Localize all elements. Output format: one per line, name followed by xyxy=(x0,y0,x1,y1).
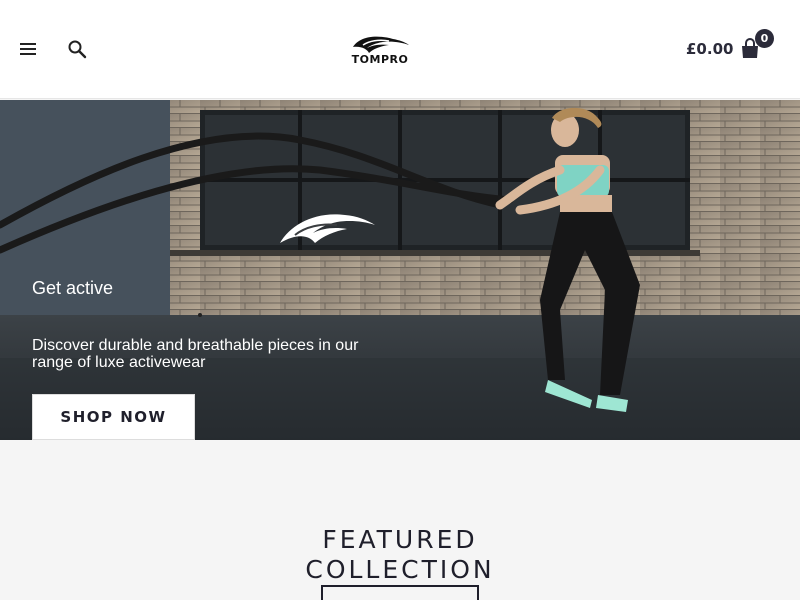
site-logo[interactable]: TOMPRO xyxy=(345,33,415,67)
search-icon xyxy=(68,40,87,59)
menu-button[interactable] xyxy=(16,37,40,61)
cart-total[interactable]: £0.00 xyxy=(686,40,733,58)
featured-title-line1: FEATURED xyxy=(322,525,478,554)
featured-title-line2: COLLECTION xyxy=(305,555,495,584)
hero-logo-icon xyxy=(280,214,375,243)
cart-count-badge: 0 xyxy=(755,29,774,48)
menu-icon xyxy=(20,43,36,55)
hero-subtitle: Discover durable and breathable pieces i… xyxy=(32,337,359,371)
hero-banner: Get active Discover durable and breathab… xyxy=(0,100,800,440)
hero-eyebrow: Get active xyxy=(32,278,114,298)
featured-collection-title: FEATURED COLLECTION xyxy=(0,525,800,585)
search-button[interactable] xyxy=(65,37,89,61)
site-header: TOMPRO £0.00 0 xyxy=(0,0,800,99)
hero-background-image xyxy=(0,100,800,440)
featured-collection-button[interactable] xyxy=(321,585,479,600)
shop-now-button[interactable]: SHOP NOW xyxy=(32,394,195,440)
puma-logo-icon xyxy=(353,36,409,53)
logo-text: TOMPRO xyxy=(351,53,409,66)
